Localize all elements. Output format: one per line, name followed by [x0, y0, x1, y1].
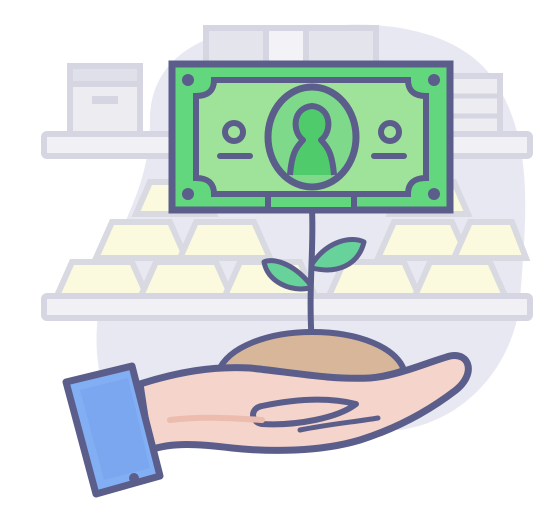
gold-bar-icon — [409, 259, 511, 301]
banknote-icon — [168, 60, 454, 214]
gold-bar-icon — [51, 259, 153, 301]
shelf-icon — [41, 293, 533, 321]
cuff-button-icon — [129, 473, 139, 483]
gold-bar-icon — [449, 219, 531, 261]
storage-box-icon — [67, 63, 143, 139]
gold-bar-icon — [91, 219, 191, 261]
gold-bar-icon — [175, 219, 275, 261]
gold-bar-icon — [135, 259, 237, 301]
money-growth-illustration — [41, 24, 533, 498]
